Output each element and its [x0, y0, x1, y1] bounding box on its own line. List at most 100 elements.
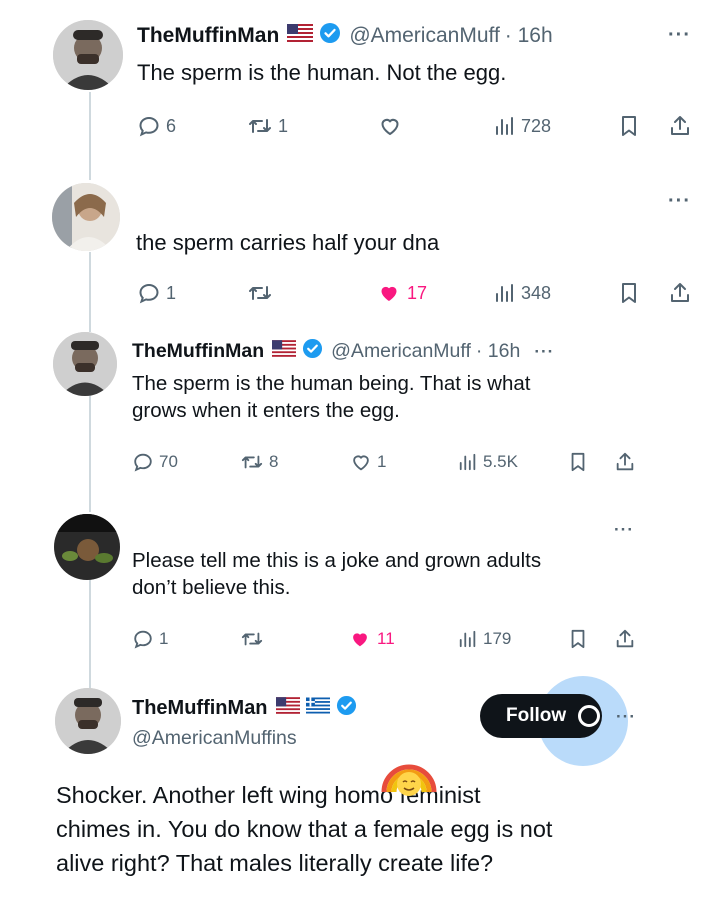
views-button[interactable]: 728: [494, 114, 551, 138]
reply-button[interactable]: 70: [132, 451, 178, 473]
us-flag-icon: [287, 24, 314, 48]
tweet-text-line: The sperm is the human being. That is wh…: [132, 372, 531, 395]
tweet-text: Please tell me this is a joke and grown …: [132, 547, 541, 601]
avatar[interactable]: [54, 514, 120, 580]
bookmark-icon[interactable]: [618, 114, 640, 138]
us-flag-icon: [275, 697, 300, 720]
like-button[interactable]: [378, 114, 407, 138]
action-bar: 1 11 179: [0, 628, 720, 658]
post-text-line: Shocker. Another left wing homo feminist: [56, 782, 481, 808]
like-count: 17: [407, 282, 428, 303]
verified-icon: [336, 695, 357, 722]
tweet-header: TheMuffinMan @AmericanMuff · 16h ···: [132, 338, 554, 365]
action-bar: 1 17 348: [0, 281, 720, 311]
tweet-text: the sperm carries half your dna: [136, 230, 440, 255]
retweet-icon: [249, 286, 271, 300]
views-button[interactable]: 5.5K: [458, 451, 518, 473]
reply-count: 1: [166, 282, 177, 303]
tweet-text: The sperm is the human being. That is wh…: [132, 370, 530, 424]
verified-icon: [319, 22, 341, 50]
views-button[interactable]: 179: [458, 628, 511, 650]
more-icon[interactable]: ···: [668, 24, 691, 47]
tweet-text-line: Please tell me this is a joke and grown …: [132, 549, 542, 572]
views-icon: [459, 453, 476, 471]
reply-button[interactable]: 1: [137, 281, 176, 305]
follow-label: Follow: [506, 705, 567, 726]
avatar[interactable]: [52, 183, 120, 251]
share-icon[interactable]: [614, 628, 636, 650]
handle[interactable]: @AmericanMuff: [331, 340, 471, 363]
action-bar: 70 8 1 5.5K: [0, 451, 720, 481]
retweet-count: 8: [269, 452, 279, 471]
like-button[interactable]: 1: [350, 451, 386, 473]
avatar[interactable]: [53, 332, 117, 396]
retweet-icon: [241, 455, 263, 469]
us-flag-icon: [272, 340, 297, 363]
display-name[interactable]: TheMuffinMan: [132, 340, 264, 363]
display-name[interactable]: TheMuffinMan: [132, 697, 268, 720]
view-count: 728: [521, 115, 552, 136]
like-icon: [381, 118, 399, 136]
bookmark-icon[interactable]: [568, 451, 588, 473]
reply-count: 70: [159, 452, 178, 471]
view-count: 179: [483, 629, 512, 648]
view-count: 5.5K: [483, 452, 518, 471]
share-icon[interactable]: [668, 281, 692, 305]
retweet-icon: [241, 632, 263, 646]
more-icon[interactable]: ···: [616, 707, 636, 727]
reply-icon: [134, 453, 152, 472]
like-count: 1: [377, 452, 387, 471]
bookmark-icon[interactable]: [568, 628, 588, 650]
tweet-header: TheMuffinMan @AmericanMuff · 16h: [137, 22, 553, 50]
like-count: 11: [377, 629, 395, 648]
reply-icon: [139, 283, 159, 304]
tweet-text-line: don’t believe this.: [132, 576, 291, 600]
handle[interactable]: @AmericanMuffins: [132, 727, 297, 750]
like-icon: [381, 286, 397, 301]
share-icon[interactable]: [668, 114, 692, 138]
timestamp[interactable]: · 16h: [476, 340, 520, 363]
post-header: TheMuffinMan: [132, 695, 365, 722]
tap-indicator-icon: [578, 705, 600, 727]
reply-icon: [134, 630, 152, 649]
verified-icon: [302, 338, 323, 365]
like-icon: [353, 455, 369, 471]
views-icon: [496, 284, 513, 302]
reply-button[interactable]: 1: [132, 628, 168, 650]
avatar[interactable]: [53, 20, 123, 90]
retweet-button[interactable]: 1: [247, 114, 288, 138]
retweet-button[interactable]: 8: [240, 451, 278, 473]
timestamp[interactable]: · 16h: [505, 24, 553, 48]
retweet-button[interactable]: [240, 628, 269, 650]
tweet-text-line: grows when it enters the egg.: [132, 399, 400, 423]
greek-flag-icon: [305, 697, 330, 720]
reply-count: 1: [159, 629, 169, 648]
reply-icon: [139, 116, 159, 137]
like-button[interactable]: 11: [348, 628, 395, 650]
more-icon[interactable]: ···: [614, 520, 634, 540]
retweet-count: 1: [278, 115, 289, 136]
views-icon: [459, 630, 476, 648]
views-icon: [496, 117, 513, 135]
views-button[interactable]: 348: [494, 281, 551, 305]
post-text: Shocker. Another left wing homo feminist…: [56, 778, 676, 880]
like-button[interactable]: 17: [376, 281, 427, 305]
bookmark-icon[interactable]: [618, 281, 640, 305]
handle[interactable]: @AmericanMuff: [349, 24, 499, 48]
more-icon[interactable]: ···: [668, 190, 691, 213]
retweet-icon: [249, 119, 271, 133]
share-icon[interactable]: [614, 451, 636, 473]
reply-count: 6: [166, 115, 177, 136]
like-icon: [353, 633, 367, 647]
tweet-text: The sperm is the human. Not the egg.: [137, 60, 507, 85]
retweet-button[interactable]: [247, 281, 278, 305]
more-icon[interactable]: ···: [534, 342, 554, 362]
avatar[interactable]: [55, 688, 121, 754]
reply-button[interactable]: 6: [137, 114, 176, 138]
rainbow-sticker-icon: [378, 748, 440, 800]
action-bar: 6 1 728: [0, 114, 720, 144]
post-text-line: alive right? That males literally create…: [56, 850, 494, 877]
view-count: 348: [521, 282, 552, 303]
display-name[interactable]: TheMuffinMan: [137, 24, 279, 48]
post-text-line: chimes in. You do know that a female egg…: [56, 816, 553, 843]
